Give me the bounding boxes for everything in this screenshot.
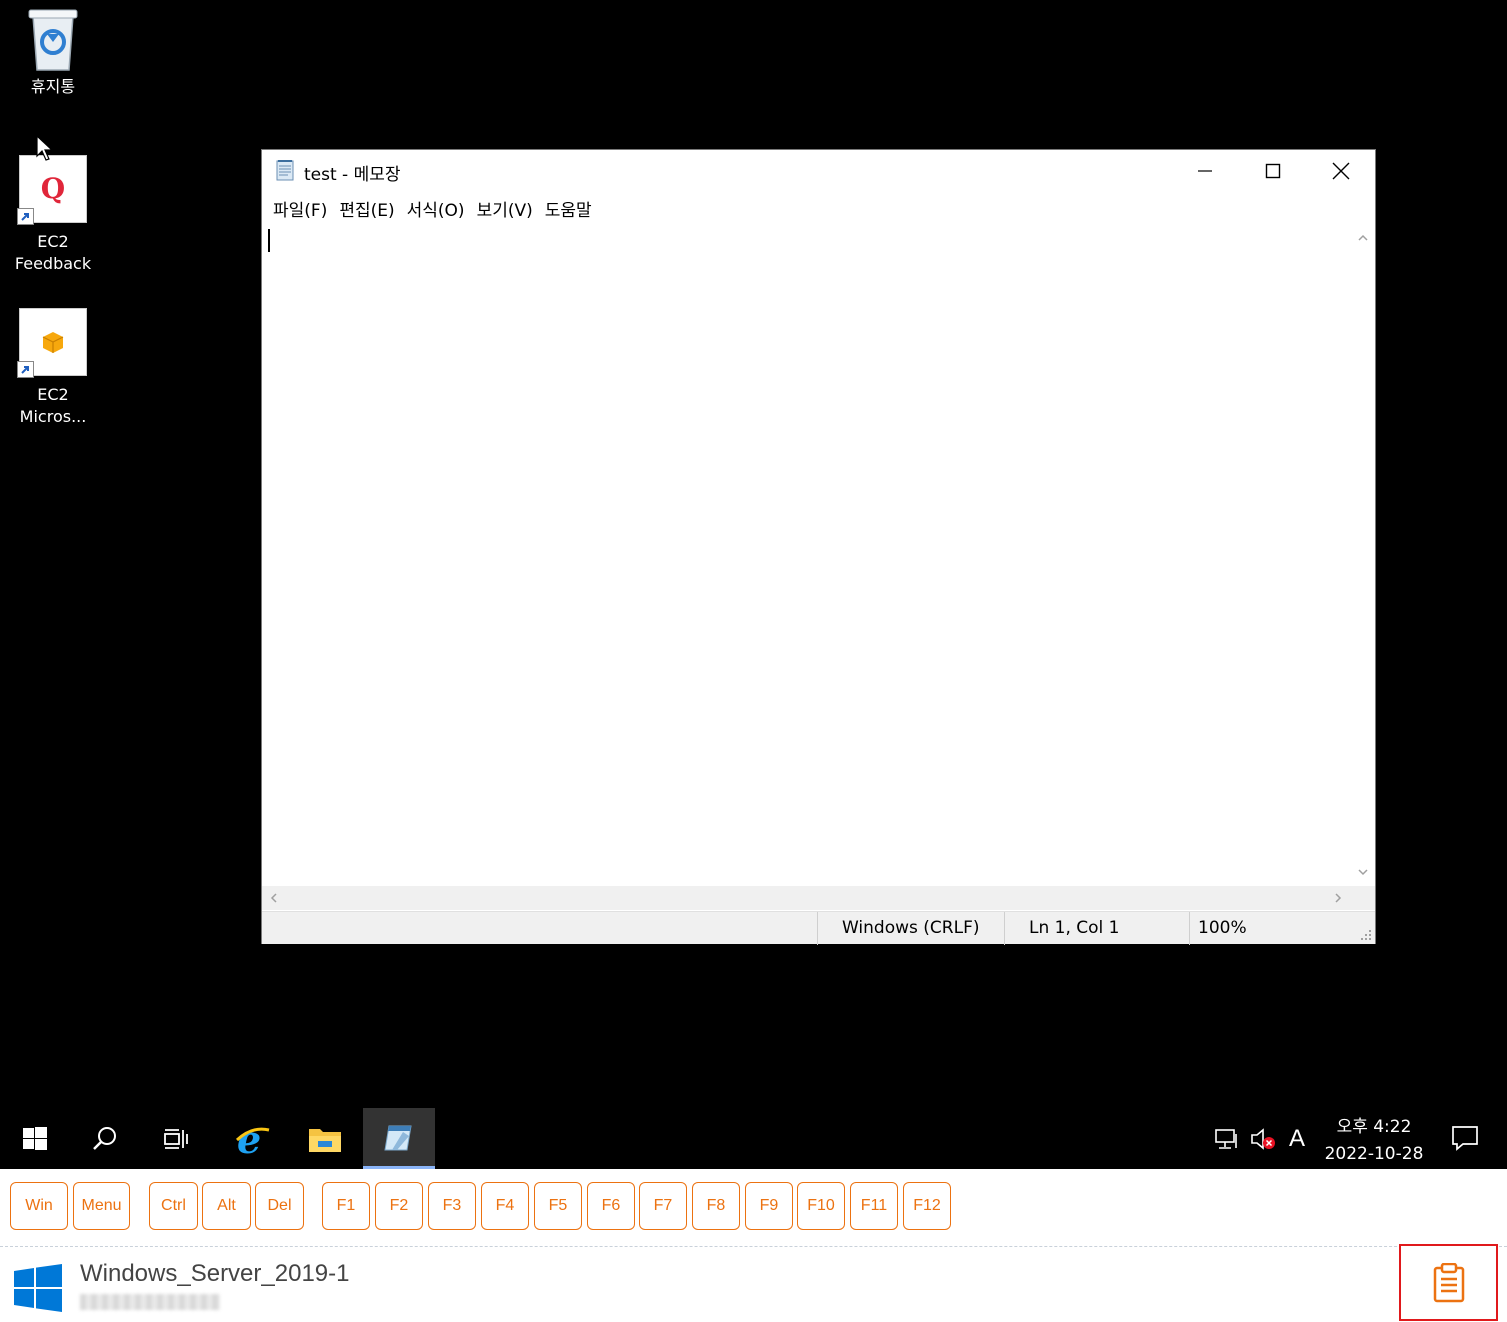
instance-ip-redacted <box>80 1294 220 1310</box>
clipboard-button[interactable] <box>1399 1244 1498 1321</box>
scroll-right-icon[interactable] <box>1334 893 1342 903</box>
task-view-button[interactable] <box>140 1108 210 1169</box>
mouse-cursor-icon <box>36 135 54 161</box>
desktop-icon-label: EC2 Feedback <box>14 232 92 273</box>
scroll-left-icon[interactable] <box>270 893 278 903</box>
windows-logo-icon <box>23 1126 47 1150</box>
status-position: Ln 1, Col 1 <box>1004 912 1189 945</box>
status-bar: Windows (CRLF) Ln 1, Col 1 100% <box>262 911 1375 945</box>
volume-muted-icon[interactable] <box>1248 1125 1278 1153</box>
vertical-scrollbar[interactable] <box>1351 224 1375 886</box>
key-menu-button[interactable]: Menu <box>73 1182 130 1230</box>
taskbar-clock[interactable]: 오후 4:22 2022-10-28 <box>1318 1114 1430 1168</box>
network-icon[interactable] <box>1212 1125 1242 1153</box>
maximize-button[interactable] <box>1239 150 1307 192</box>
menu-help[interactable]: 도움말 <box>544 194 603 222</box>
shortcut-arrow-icon <box>17 361 34 378</box>
svg-text:e: e <box>237 1120 261 1158</box>
desktop-icon-label: EC2 Micros... <box>19 385 87 426</box>
key-win-button[interactable]: Win <box>10 1182 68 1230</box>
taskbar: e A 오후 4:22 2022-10-28 <box>0 1108 1507 1169</box>
key-f12-button[interactable]: F12 <box>903 1182 951 1230</box>
folder-icon <box>309 1128 341 1152</box>
horizontal-scrollbar[interactable] <box>262 886 1352 910</box>
start-button[interactable] <box>0 1108 70 1169</box>
key-f1-button[interactable]: F1 <box>322 1182 370 1230</box>
close-icon <box>1332 162 1350 180</box>
key-f9-button[interactable]: F9 <box>745 1182 793 1230</box>
action-center-button[interactable] <box>1448 1124 1482 1152</box>
taskbar-notepad-button[interactable] <box>363 1108 435 1169</box>
clock-date: 2022-10-28 <box>1324 1144 1424 1164</box>
key-f4-button[interactable]: F4 <box>481 1182 529 1230</box>
key-del-button[interactable]: Del <box>255 1182 304 1230</box>
minimize-button[interactable] <box>1171 150 1239 192</box>
desktop-icon-recycle-bin[interactable]: 휴지통 <box>8 4 98 98</box>
search-button[interactable] <box>70 1108 140 1169</box>
desktop-icon-label: 휴지통 <box>30 77 76 96</box>
notepad-window[interactable]: test - 메모장 파일(F) 편집(E) 서식(O) 보기(V) 도움말 W… <box>261 149 1376 945</box>
task-view-icon <box>164 1128 188 1149</box>
window-title: test - 메모장 <box>304 165 401 185</box>
key-ctrl-button[interactable]: Ctrl <box>149 1182 198 1230</box>
key-f10-button[interactable]: F10 <box>797 1182 845 1230</box>
title-bar[interactable]: test - 메모장 <box>262 150 1375 192</box>
scroll-up-icon[interactable] <box>1358 234 1368 242</box>
notepad-icon <box>276 160 294 181</box>
key-f2-button[interactable]: F2 <box>375 1182 423 1230</box>
menu-format[interactable]: 서식(O) <box>406 194 476 222</box>
instance-footer: Windows_Server_2019-1 <box>0 1244 1507 1322</box>
clipboard-icon <box>1433 1262 1464 1302</box>
internet-explorer-button[interactable]: e <box>217 1108 287 1169</box>
status-zoom: 100% <box>1189 912 1375 945</box>
notepad-icon <box>384 1125 412 1151</box>
ime-indicator[interactable]: A <box>1284 1125 1310 1153</box>
internet-explorer-icon: e <box>235 1120 270 1158</box>
desktop: 휴지통 Q EC2 Feedback EC2 Micros... test - … <box>0 0 1507 1108</box>
minimize-icon <box>1198 170 1212 172</box>
clock-time: 오후 4:22 <box>1336 1117 1412 1137</box>
key-alt-button[interactable]: Alt <box>202 1182 251 1230</box>
maximize-icon <box>1265 163 1281 179</box>
status-encoding: Windows (CRLF) <box>817 912 1004 945</box>
text-editor[interactable] <box>262 224 1352 886</box>
scrollbar-corner <box>1351 886 1375 910</box>
text-caret <box>268 229 270 252</box>
windows-logo-icon <box>14 1264 62 1312</box>
menu-file[interactable]: 파일(F) <box>272 194 338 222</box>
key-f3-button[interactable]: F3 <box>428 1182 476 1230</box>
desktop-icon-ec2-feedback[interactable]: Q EC2 Feedback <box>8 155 98 275</box>
key-f5-button[interactable]: F5 <box>534 1182 582 1230</box>
file-explorer-button[interactable] <box>290 1108 360 1169</box>
close-button[interactable] <box>1307 150 1375 192</box>
resize-grip-icon[interactable] <box>1360 929 1372 941</box>
instance-name: Windows_Server_2019-1 <box>80 1260 350 1287</box>
menu-edit[interactable]: 편집(E) <box>338 194 405 222</box>
key-f6-button[interactable]: F6 <box>587 1182 635 1230</box>
menu-bar: 파일(F) 편집(E) 서식(O) 보기(V) 도움말 <box>262 194 603 222</box>
shortcut-arrow-icon <box>17 208 34 225</box>
key-f8-button[interactable]: F8 <box>692 1182 740 1230</box>
search-icon <box>93 1126 116 1150</box>
key-f11-button[interactable]: F11 <box>850 1182 898 1230</box>
scroll-down-icon[interactable] <box>1358 868 1368 876</box>
menu-view[interactable]: 보기(V) <box>476 194 544 222</box>
notification-icon <box>1452 1126 1478 1151</box>
recycle-bin-icon <box>19 4 87 72</box>
special-keys-toolbar: Win Menu Ctrl Alt Del F1 F2 F3 F4 F5 F6 … <box>0 1169 1507 1247</box>
key-f7-button[interactable]: F7 <box>639 1182 687 1230</box>
desktop-icon-ec2-microsoft[interactable]: EC2 Micros... <box>8 308 98 428</box>
